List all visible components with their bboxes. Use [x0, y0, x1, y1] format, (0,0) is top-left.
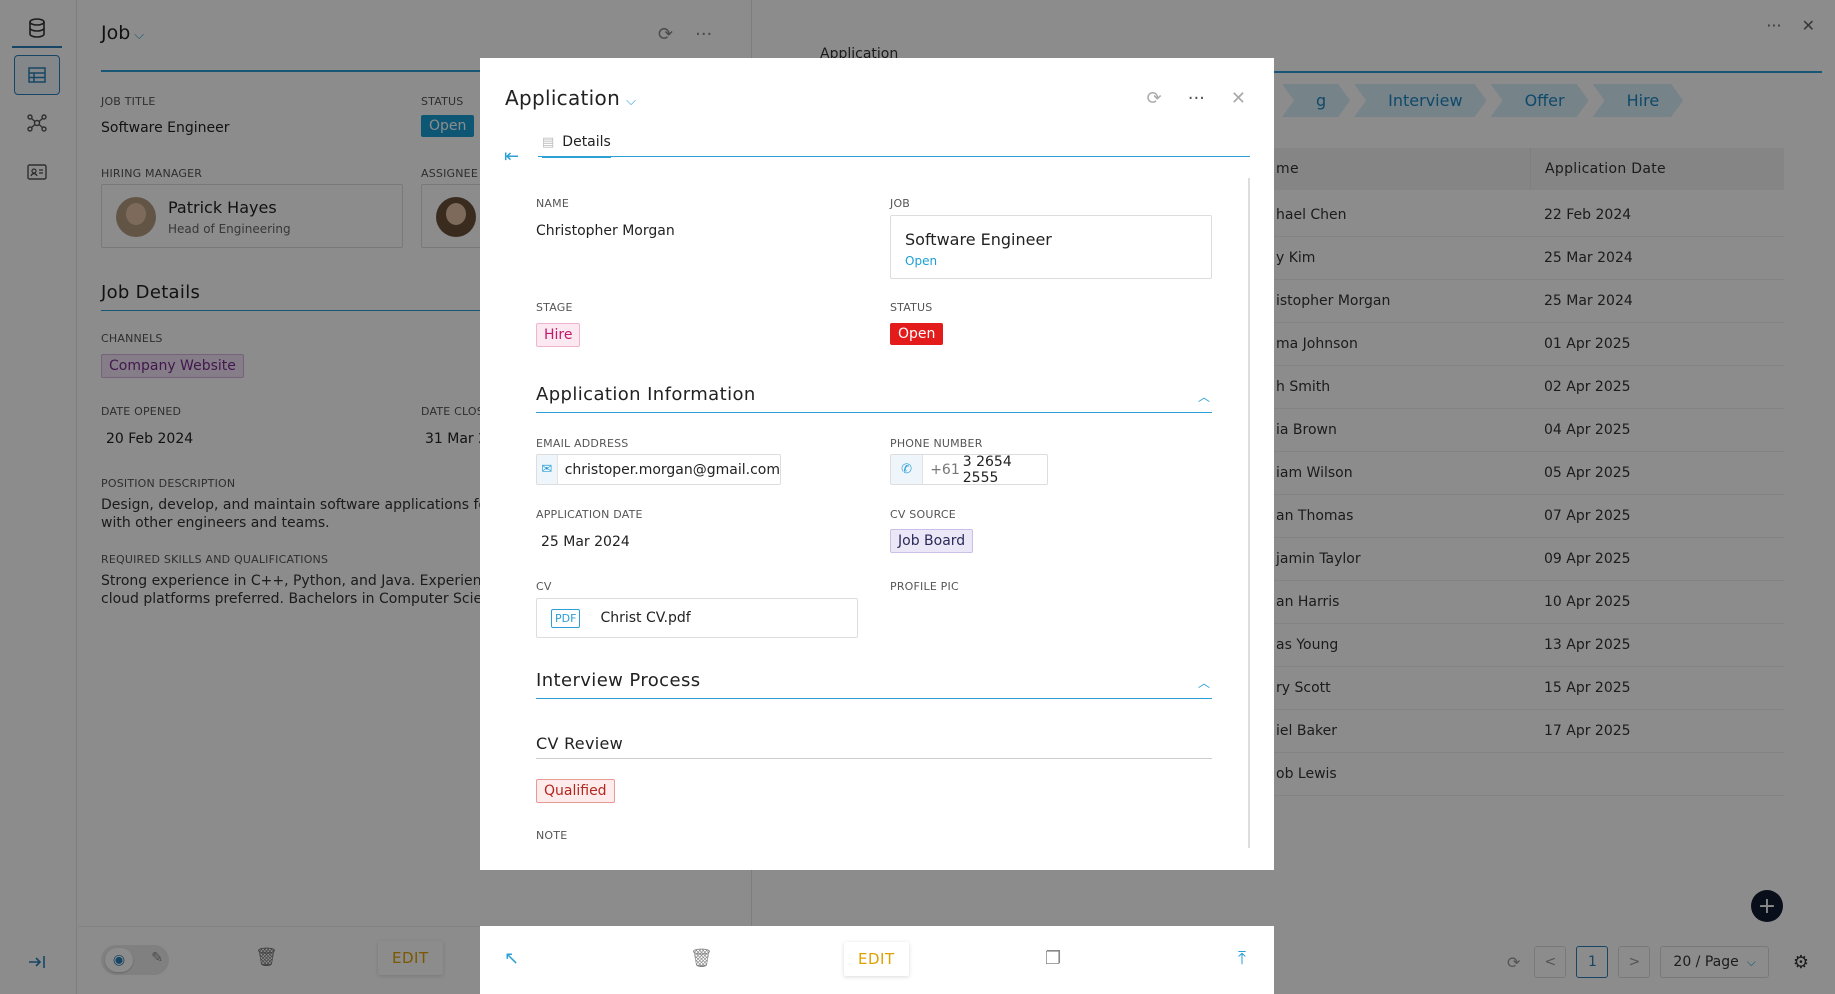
modal-actions: ⟳ ··· ✕	[1147, 88, 1246, 109]
name-value: Christopher Morgan	[536, 223, 675, 239]
application-information-heading: Application Information	[536, 384, 756, 405]
subsection-divider	[536, 758, 1212, 759]
interview-process-heading: Interview Process	[536, 670, 701, 691]
modal-edit-button[interactable]: EDIT	[844, 942, 909, 976]
pdf-file-icon: PDF	[551, 608, 581, 628]
status-label: STATUS	[890, 301, 933, 314]
scroll-to-top-icon[interactable]: ⤒	[1238, 948, 1246, 969]
application-date-label: APPLICATION DATE	[536, 508, 643, 521]
refresh-icon[interactable]: ⟳	[1147, 88, 1162, 109]
trash-icon[interactable]: 🗑	[690, 948, 713, 969]
section-divider	[536, 412, 1212, 413]
modal-footer: ↖ 🗑 EDIT ❐ ⤒	[480, 926, 1274, 994]
name-label: NAME	[536, 197, 569, 210]
cv-source-tag: Job Board	[890, 529, 974, 553]
job-card-status: Open	[905, 254, 938, 268]
collapse-left-icon[interactable]: ⇤	[504, 146, 519, 167]
phone-value: 3 2654 2555	[962, 453, 1012, 486]
note-label: NOTE	[536, 829, 568, 842]
profile-pic-label: PROFILE PIC	[890, 580, 959, 593]
email-label: EMAIL ADDRESS	[536, 437, 629, 450]
cv-label: CV	[536, 580, 552, 593]
cv-file-name: Christ CV.pdf	[600, 610, 691, 626]
more-icon[interactable]: ···	[1188, 88, 1205, 109]
cv-file[interactable]: PDF Christ CV.pdf	[536, 598, 858, 638]
cv-review-tag: Qualified	[536, 779, 615, 803]
document-icon: ▤	[542, 134, 555, 150]
phone-field[interactable]: ✆ +61 3 2654 2555	[890, 453, 1048, 486]
stage-label: STAGE	[536, 301, 573, 314]
chevron-up-icon[interactable]: ︿	[1198, 388, 1210, 405]
stage-tag: Hire	[536, 323, 581, 347]
modal-title[interactable]: Application ⌵	[505, 86, 636, 110]
section-divider	[536, 698, 1212, 699]
status-badge: Open	[890, 323, 944, 345]
phone-icon: ✆	[891, 455, 924, 484]
email-field[interactable]: ✉ christoper.morgan@gmail.com	[536, 454, 781, 485]
mail-icon: ✉	[537, 455, 558, 484]
tab-divider	[538, 156, 1250, 157]
job-card[interactable]: Software Engineer Open	[890, 215, 1212, 279]
modal-title-text: Application	[505, 86, 621, 110]
scrollbar[interactable]	[1248, 178, 1250, 848]
chevron-up-icon[interactable]: ︿	[1198, 674, 1210, 691]
job-label: JOB	[890, 197, 911, 210]
phone-prefix: +61	[930, 461, 960, 478]
copy-icon[interactable]: ❐	[1045, 948, 1061, 969]
tab-details[interactable]: ▤ Details	[542, 134, 611, 158]
close-icon[interactable]: ✕	[1231, 88, 1246, 109]
email-value: christoper.morgan@gmail.com	[564, 461, 780, 478]
tab-details-label: Details	[562, 134, 611, 150]
job-card-title: Software Engineer	[905, 230, 1052, 249]
phone-label: PHONE NUMBER	[890, 437, 983, 450]
application-date-value: 25 Mar 2024	[541, 534, 630, 550]
arrow-up-left-icon[interactable]: ↖	[504, 948, 519, 969]
application-modal: Application ⌵ ⟳ ··· ✕ ⇤ ▤ Details NAME Ch…	[480, 58, 1274, 870]
cv-review-heading: CV Review	[536, 734, 623, 753]
chevron-down-icon: ⌵	[626, 94, 637, 109]
cv-source-label: CV SOURCE	[890, 508, 956, 521]
